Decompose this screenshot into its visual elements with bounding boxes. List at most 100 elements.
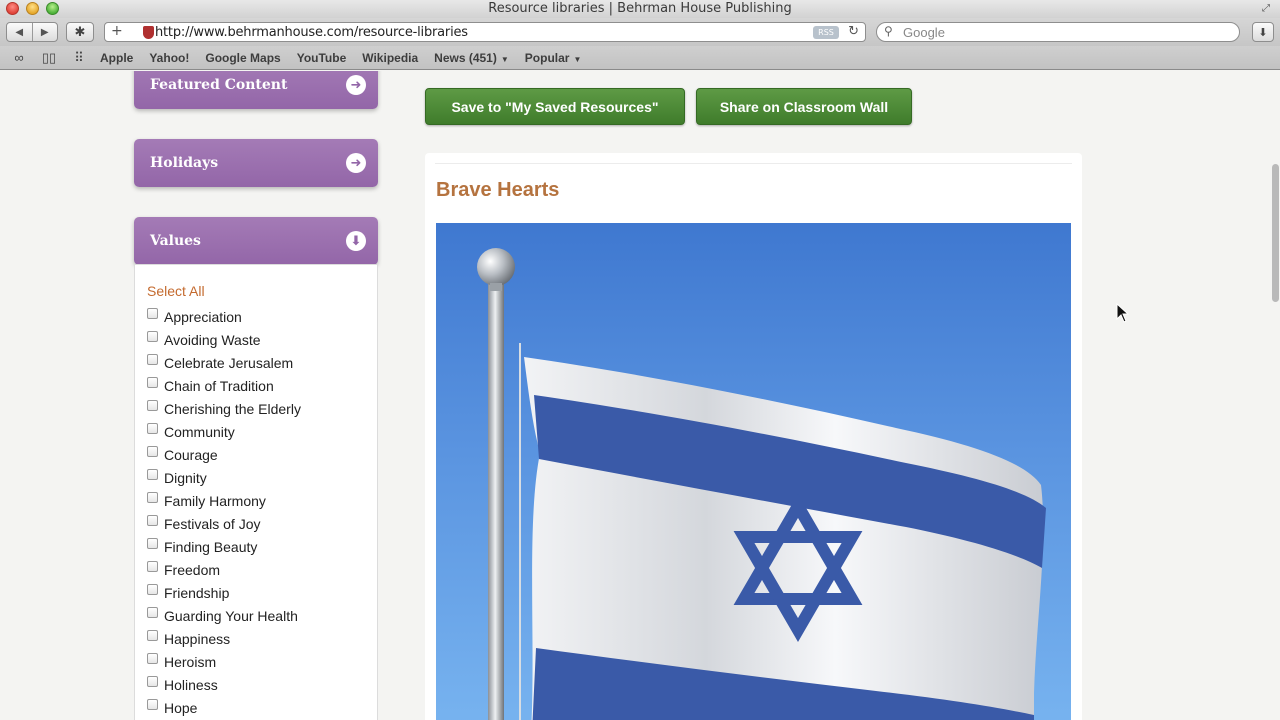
search-icon: ⚲ (884, 24, 893, 38)
value-checkbox-item[interactable]: Holiness (147, 673, 301, 696)
checkbox[interactable] (147, 515, 158, 526)
checkbox[interactable] (147, 699, 158, 710)
reload-icon[interactable]: ↻ (848, 24, 859, 39)
value-checkbox-item[interactable]: Celebrate Jerusalem (147, 351, 301, 374)
bookmark-apple[interactable]: Apple (100, 51, 133, 65)
value-label: Festivals of Joy (164, 515, 261, 532)
checkbox[interactable] (147, 561, 158, 572)
sidebar-tab-label: Values (150, 233, 201, 249)
resource-title: Brave Hearts (436, 179, 560, 201)
arrow-right-circle-icon: ➜ (346, 75, 366, 95)
downloads-button[interactable]: ⬇ (1252, 22, 1274, 42)
value-label: Cherishing the Elderly (164, 400, 301, 417)
checkbox[interactable] (147, 676, 158, 687)
bookmark-google-maps[interactable]: Google Maps (205, 51, 280, 65)
bookmark-wikipedia[interactable]: Wikipedia (362, 51, 418, 65)
value-checkbox-item[interactable]: Courage (147, 443, 301, 466)
values-checklist: Appreciation Avoiding Waste Celebrate Jeru… (147, 305, 301, 719)
value-label: Appreciation (164, 308, 242, 325)
search-input[interactable]: ⚲ Google (876, 22, 1240, 42)
bookmarks-book-icon[interactable]: ▯▯ (38, 50, 60, 66)
puzzle-icon: ✱ (74, 24, 86, 39)
sidebar-tab-featured-content[interactable]: Featured Content ➜ (134, 71, 378, 109)
checkbox[interactable] (147, 607, 158, 618)
israeli-flag-image[interactable] (436, 223, 1071, 720)
fullscreen-icon[interactable]: ⤢ (1262, 3, 1274, 15)
bookmark-popular-label: Popular (524, 50, 570, 65)
bookmark-news[interactable]: News (451) ▼ (434, 51, 509, 65)
rss-icon[interactable]: RSS (813, 26, 839, 39)
checkbox[interactable] (147, 354, 158, 365)
checkbox[interactable] (147, 400, 158, 411)
page-scrollbar[interactable] (1272, 164, 1279, 302)
value-label: Hope (164, 699, 198, 716)
forward-icon[interactable]: ▶ (33, 23, 58, 41)
sidebar-tab-holidays[interactable]: Holidays ➜ (134, 139, 378, 187)
value-label: Chain of Tradition (164, 377, 274, 394)
checkbox[interactable] (147, 469, 158, 480)
checkbox[interactable] (147, 492, 158, 503)
browser-toolbar: ◀ ▶ ✱ + http://www.behrmanhouse.com/reso… (0, 18, 1280, 46)
checkbox[interactable] (147, 377, 158, 388)
value-checkbox-item[interactable]: Family Harmony (147, 489, 301, 512)
chevron-down-icon: ▼ (573, 54, 582, 64)
download-icon: ⬇ (1258, 26, 1268, 39)
value-label: Finding Beauty (164, 538, 258, 555)
page-content: Featured Content ➜ Holidays ➜ Values ⬇ S… (0, 71, 1280, 720)
sidebar-tab-label: Featured Content (150, 77, 288, 93)
value-label: Avoiding Waste (164, 331, 261, 348)
value-label: Freedom (164, 561, 221, 578)
value-checkbox-item[interactable]: Cherishing the Elderly (147, 397, 301, 420)
value-label: Community (164, 423, 235, 440)
value-label: Celebrate Jerusalem (164, 354, 294, 371)
value-checkbox-item[interactable]: Happiness (147, 627, 301, 650)
bookmark-popular[interactable]: Popular ▼ (525, 51, 582, 65)
checkbox[interactable] (147, 653, 158, 664)
back-icon[interactable]: ◀ (7, 23, 33, 41)
value-checkbox-item[interactable]: Freedom (147, 558, 301, 581)
values-panel: Select All Appreciation Avoiding Waste Cel… (134, 264, 378, 720)
value-checkbox-item[interactable]: Avoiding Waste (147, 328, 301, 351)
sidebar-tab-label: Holidays (150, 155, 219, 171)
value-label: Dignity (164, 469, 207, 486)
save-to-my-saved-resources-button[interactable]: Save to "My Saved Resources" (425, 88, 685, 125)
value-checkbox-item[interactable]: Appreciation (147, 305, 301, 328)
value-checkbox-item[interactable]: Chain of Tradition (147, 374, 301, 397)
share-on-classroom-wall-button[interactable]: Share on Classroom Wall (696, 88, 912, 125)
card-divider (435, 163, 1072, 164)
value-checkbox-item[interactable]: Community (147, 420, 301, 443)
select-all-link[interactable]: Select All (147, 283, 205, 299)
chevron-down-icon: ▼ (500, 54, 509, 64)
checkbox[interactable] (147, 446, 158, 457)
bookmark-youtube[interactable]: YouTube (297, 51, 347, 65)
add-bookmark-icon[interactable]: + (111, 23, 123, 39)
value-checkbox-item[interactable]: Festivals of Joy (147, 512, 301, 535)
window-title: Resource libraries | Behrman House Publi… (488, 1, 792, 16)
value-label: Heroism (164, 653, 217, 670)
value-label: Guarding Your Health (164, 607, 298, 624)
value-checkbox-item[interactable]: Finding Beauty (147, 535, 301, 558)
value-checkbox-item[interactable]: Guarding Your Health (147, 604, 301, 627)
nav-buttons: ◀ ▶ (6, 22, 58, 42)
mouse-cursor-icon (1116, 303, 1130, 323)
checkbox[interactable] (147, 630, 158, 641)
value-checkbox-item[interactable]: Hope (147, 696, 301, 719)
value-checkbox-item[interactable]: Friendship (147, 581, 301, 604)
checkbox[interactable] (147, 308, 158, 319)
flag-illustration (477, 248, 1046, 720)
extensions-button[interactable]: ✱ (66, 22, 94, 42)
checkbox[interactable] (147, 331, 158, 342)
site-icon (143, 26, 154, 39)
bookmark-yahoo[interactable]: Yahoo! (149, 51, 189, 65)
sidebar-tab-values[interactable]: Values ⬇ (134, 217, 378, 265)
top-sites-grid-icon[interactable]: ⠿ (68, 50, 90, 66)
address-bar[interactable]: + http://www.behrmanhouse.com/resource-l… (104, 22, 866, 42)
value-label: Happiness (164, 630, 231, 647)
value-checkbox-item[interactable]: Dignity (147, 466, 301, 489)
reading-list-icon[interactable]: ∞ (8, 50, 30, 65)
checkbox[interactable] (147, 538, 158, 549)
value-checkbox-item[interactable]: Heroism (147, 650, 301, 673)
checkbox[interactable] (147, 423, 158, 434)
checkbox[interactable] (147, 584, 158, 595)
value-label: Courage (164, 446, 218, 463)
